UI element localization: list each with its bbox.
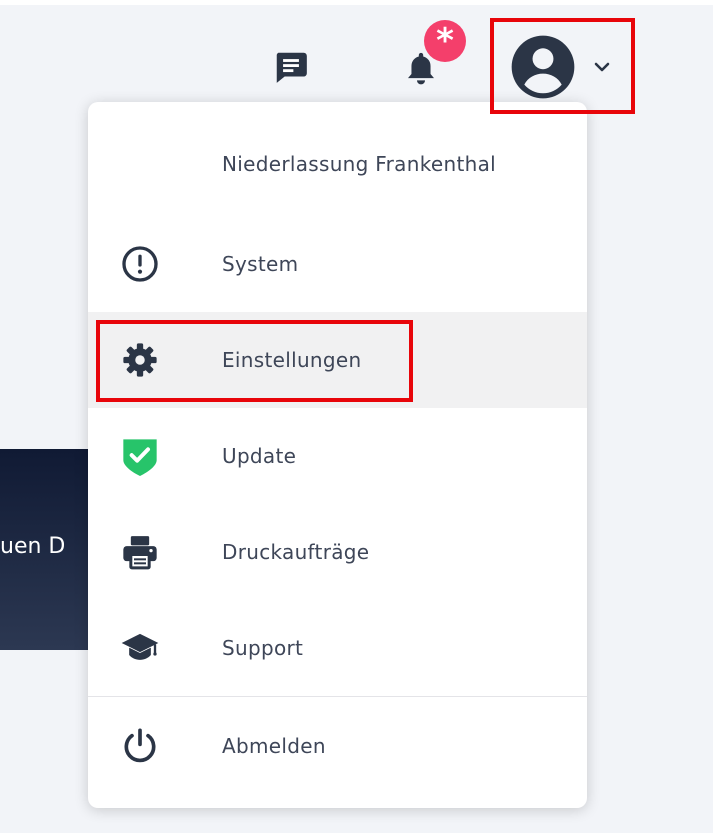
menu-item-label: Support — [222, 636, 304, 660]
banner-text: uen D — [0, 534, 66, 559]
menu-item-label: Update — [222, 444, 297, 468]
chevron-down-icon — [594, 62, 610, 72]
printer-icon — [123, 536, 157, 570]
menu-item-update[interactable]: Update — [88, 408, 587, 504]
menu-item-settings[interactable]: Einstellungen — [88, 312, 587, 408]
chat-icon — [276, 52, 307, 83]
menu-item-label: Druckaufträge — [222, 540, 370, 564]
menu-divider — [88, 696, 587, 697]
power-icon — [124, 728, 156, 763]
menu-item-logout[interactable]: Abmelden — [88, 698, 587, 794]
shield-check-icon — [123, 439, 157, 476]
menu-item-support[interactable]: Support — [88, 600, 587, 696]
graduation-cap-icon — [121, 633, 159, 660]
branch-label: Niederlassung Frankenthal — [222, 152, 496, 176]
alert-circle-icon — [122, 246, 158, 282]
messages-button[interactable] — [268, 44, 314, 90]
menu-item-print-jobs[interactable]: Druckaufträge — [88, 504, 587, 600]
top-strip — [0, 0, 713, 5]
menu-item-label: System — [222, 252, 299, 276]
menu-item-label: Abmelden — [222, 734, 326, 758]
notification-badge: * — [424, 20, 466, 62]
user-dropdown-menu: Niederlassung Frankenthal System Einstel… — [88, 102, 587, 808]
user-menu-button[interactable] — [510, 30, 630, 104]
user-avatar-icon — [511, 35, 575, 99]
gear-icon — [123, 343, 157, 377]
menu-item-label: Einstellungen — [222, 348, 362, 372]
menu-item-system[interactable]: System — [88, 216, 587, 312]
